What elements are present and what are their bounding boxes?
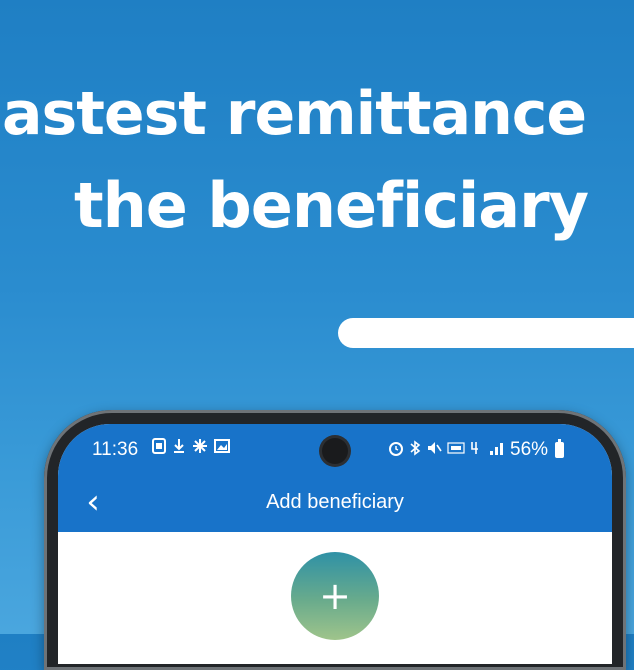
image-icon xyxy=(214,438,230,459)
battery-icon xyxy=(555,439,565,458)
bluetooth-icon xyxy=(409,440,421,460)
4g-icon xyxy=(470,440,484,460)
status-left-icons xyxy=(152,438,230,459)
alarm-icon xyxy=(388,440,404,460)
banner-line-1: astest remittance xyxy=(2,79,587,149)
battery-percent: 56% xyxy=(510,439,549,460)
camera-cutout xyxy=(322,438,348,464)
phone-screen: 11:36 56% ‹ Add beneficiary + xyxy=(58,424,612,664)
decorative-pill xyxy=(338,318,634,348)
download-icon xyxy=(172,438,186,459)
volte-icon xyxy=(447,440,465,460)
status-right-icons: 56% xyxy=(388,439,565,461)
fan-icon xyxy=(192,438,208,459)
page-title: Add beneficiary xyxy=(266,491,404,513)
content-area: + xyxy=(58,532,612,664)
add-beneficiary-button[interactable]: + xyxy=(291,552,379,640)
status-bar: 11:36 56% xyxy=(58,424,612,474)
status-time: 11:36 xyxy=(92,439,139,460)
mute-icon xyxy=(426,440,442,460)
app-header: ‹ Add beneficiary xyxy=(58,474,612,532)
notification-icon xyxy=(152,438,166,459)
signal-icon xyxy=(489,440,505,460)
banner-line-2: the beneficiary xyxy=(74,169,589,242)
